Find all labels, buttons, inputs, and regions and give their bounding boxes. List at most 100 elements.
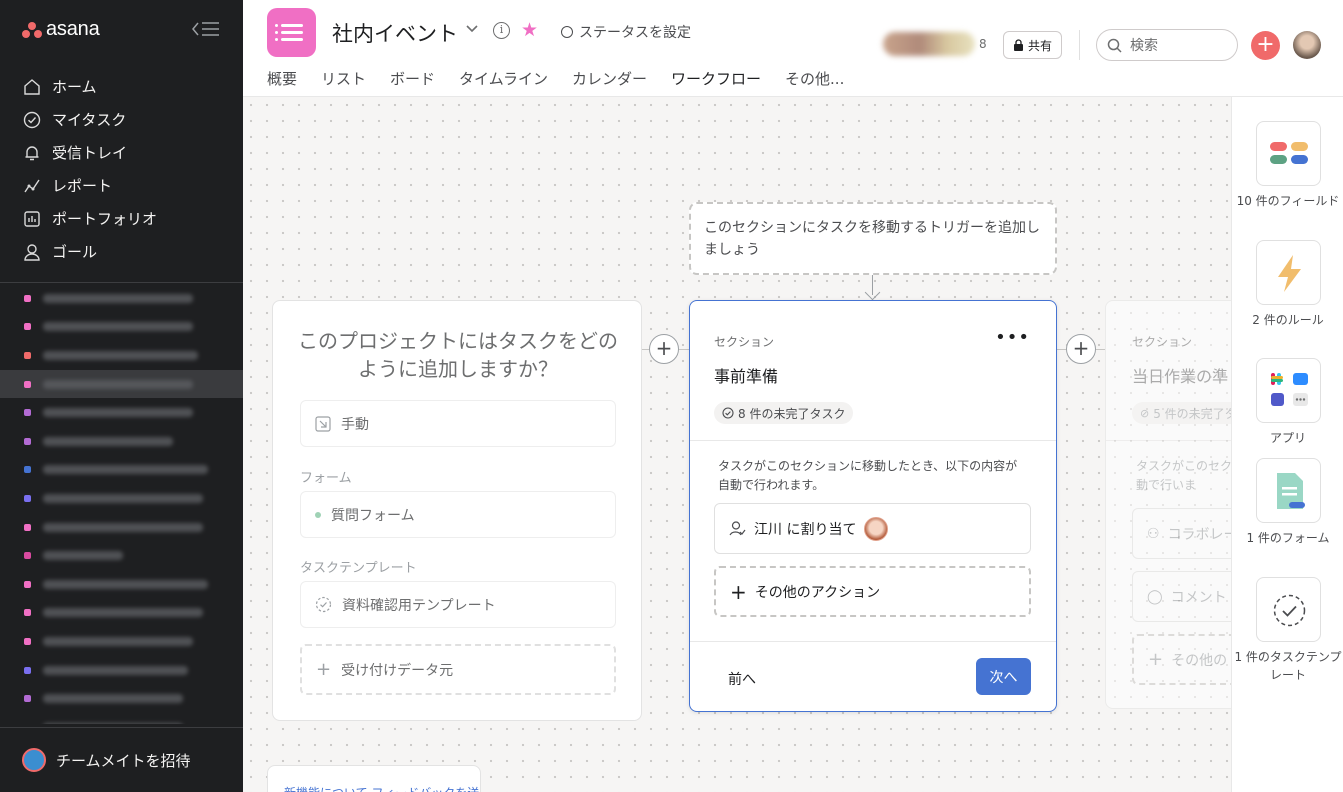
feedback-link[interactable]: 新機能について フィードバックを送る xyxy=(284,784,480,792)
tab-list[interactable]: リスト xyxy=(321,68,366,99)
sidebar-project-item[interactable] xyxy=(0,570,243,599)
search-input[interactable]: 検索 xyxy=(1096,29,1238,61)
trigger-placeholder[interactable]: このセクションにタスクを移動するトリガーを追加しましょう xyxy=(689,202,1057,275)
tab-overview[interactable]: 概要 xyxy=(267,68,297,99)
section-card: セクション ••• 事前準備 8 件の未完了タスク タスクがこのセクションに移動… xyxy=(689,300,1057,712)
apps-item[interactable]: アプリ xyxy=(1232,358,1343,447)
fields-label: 10 件のフィールド xyxy=(1236,194,1340,208)
more-actions-button[interactable]: + その他の xyxy=(1132,634,1231,685)
project-color-dot xyxy=(24,695,31,703)
intake-title: このプロジェクトにはタスクをどのように追加しますか？ xyxy=(298,329,618,381)
sidebar-item-home[interactable]: ホーム xyxy=(0,70,243,103)
project-color-dot xyxy=(24,437,31,445)
manual-option[interactable]: 手動 xyxy=(300,400,616,447)
tab-board[interactable]: ボード xyxy=(390,68,435,99)
template-option[interactable]: 資料確認用テンプレート xyxy=(300,581,616,628)
project-color-dot xyxy=(24,523,31,531)
set-status-button[interactable]: ステータスを設定 xyxy=(561,22,691,42)
project-members[interactable]: 8 xyxy=(883,32,987,56)
invite-teammates-button[interactable]: チームメイトを招待 xyxy=(0,727,243,792)
asana-logo[interactable]: asana xyxy=(22,18,100,41)
prev-button[interactable]: 前へ xyxy=(728,669,756,689)
sidebar-item-reports[interactable]: レポート xyxy=(0,169,243,202)
sidebar-project-item[interactable] xyxy=(0,456,243,485)
sidebar-project-item[interactable] xyxy=(0,341,243,370)
fields-icon xyxy=(1255,121,1321,186)
more-options-icon[interactable]: ••• xyxy=(995,327,1030,348)
tab-more[interactable]: その他... xyxy=(785,68,844,99)
sidebar-project-item[interactable] xyxy=(0,427,243,456)
workflow-right-panel: 10 件のフィールド 2 件のルール アプリ 1 件のフォーム 1 件のタスクテ… xyxy=(1231,97,1343,792)
sidebar-item-goals[interactable]: ゴール xyxy=(0,235,243,268)
project-color-dot xyxy=(24,494,31,502)
assign-action[interactable]: 江川 に割り当て xyxy=(714,503,1031,554)
badge-text: 8 件の未完了タスク xyxy=(738,406,846,421)
form-dot-icon xyxy=(315,511,321,518)
project-color-dot xyxy=(24,323,31,331)
sidebar-project-item[interactable] xyxy=(0,284,243,313)
sidebar-project-item[interactable] xyxy=(0,599,243,628)
chevron-down-icon[interactable] xyxy=(465,20,479,39)
user-avatar[interactable] xyxy=(1293,31,1321,59)
section-name[interactable]: 事前準備 xyxy=(714,363,778,387)
info-icon[interactable]: i xyxy=(493,22,510,39)
template-item-label: 資料確認用テンプレート xyxy=(342,597,496,614)
forms-item[interactable]: 1 件のフォーム xyxy=(1232,458,1343,547)
tab-workflow[interactable]: ワークフロー xyxy=(671,68,762,99)
section-name[interactable]: 当日作業の準 xyxy=(1132,363,1228,387)
fields-item[interactable]: 10 件のフィールド xyxy=(1232,121,1343,210)
more-actions-button[interactable]: + その他のアクション xyxy=(714,566,1031,617)
share-label: 共有 xyxy=(1027,38,1052,53)
section-description: タスクがこのセクションに移動したとき、以下の内容が自動で行われます。 xyxy=(718,459,1018,492)
add-section-button[interactable]: + xyxy=(1066,334,1096,364)
header-divider xyxy=(1079,30,1080,60)
sidebar-project-item[interactable] xyxy=(0,484,243,513)
add-source-button[interactable]: + 受け付けデータ元 xyxy=(300,644,616,695)
sidebar-project-item[interactable] xyxy=(0,398,243,427)
incomplete-tasks-badge[interactable]: 8 件の未完了タスク xyxy=(714,402,854,424)
create-button[interactable]: + xyxy=(1251,31,1280,60)
rules-item[interactable]: 2 件のルール xyxy=(1232,240,1343,329)
template-heading: タスクテンプレート xyxy=(300,561,417,576)
project-list-icon[interactable] xyxy=(267,8,316,57)
sidebar-project-item[interactable] xyxy=(0,541,243,570)
trigger-text: このセクションにタスクを移動するトリガーを追加しましょう xyxy=(704,220,1040,258)
incomplete-tasks-badge[interactable]: ⊘ 5 件の未完了タ xyxy=(1132,402,1231,424)
add-section-button[interactable]: + xyxy=(649,334,679,364)
tab-timeline[interactable]: タイムライン xyxy=(459,68,548,99)
star-icon[interactable]: ★ xyxy=(521,19,538,41)
task-templates-item[interactable]: 1 件のタスクテンプレート xyxy=(1232,577,1343,684)
share-button[interactable]: 共有 xyxy=(1003,31,1062,59)
sidebar-project-item[interactable] xyxy=(0,513,243,542)
form-option[interactable]: 質問フォーム xyxy=(300,491,616,538)
sidebar-item-label: 受信トレイ xyxy=(52,144,128,162)
sidebar-project-item[interactable] xyxy=(0,627,243,656)
more-actions-label: その他のアクション xyxy=(754,584,881,601)
sidebar-project-item[interactable] xyxy=(0,684,243,713)
rules-label: 2 件のルール xyxy=(1252,313,1324,327)
tab-calendar[interactable]: カレンダー xyxy=(572,68,647,99)
next-button[interactable]: 次へ xyxy=(976,658,1031,695)
section-label: セクション xyxy=(1132,335,1193,349)
invite-label: チームメイトを招待 xyxy=(56,751,191,770)
assignee-avatar xyxy=(864,516,889,541)
sidebar-item-label: ポートフォリオ xyxy=(52,210,158,228)
sidebar-item-inbox[interactable]: 受信トレイ xyxy=(0,136,243,169)
project-title[interactable]: 社内イベント xyxy=(332,18,458,48)
sidebar-item-label: マイタスク xyxy=(52,111,127,129)
comment-action[interactable]: ◯ コメント xyxy=(1132,571,1231,622)
feedback-card[interactable]: 新機能について フィードバックを送る xyxy=(267,765,481,792)
collaborator-action[interactable]: ⚇ コラボレー xyxy=(1132,508,1231,559)
manual-label: 手動 xyxy=(341,416,369,433)
sidebar-item-label: ホーム xyxy=(52,78,97,96)
comment-icon: ◯ xyxy=(1147,588,1163,605)
sidebar-project-item[interactable] xyxy=(0,713,243,724)
sidebar-item-my-tasks[interactable]: マイタスク xyxy=(0,103,243,136)
sidebar-project-item[interactable] xyxy=(0,656,243,685)
section-divider xyxy=(690,641,1056,642)
sidebar-project-item[interactable] xyxy=(0,313,243,342)
sidebar-project-item[interactable] xyxy=(0,369,243,399)
collapse-sidebar-icon[interactable] xyxy=(192,20,220,40)
sidebar-item-portfolios[interactable]: ポートフォリオ xyxy=(0,202,243,235)
manual-arrow-icon xyxy=(315,415,331,432)
